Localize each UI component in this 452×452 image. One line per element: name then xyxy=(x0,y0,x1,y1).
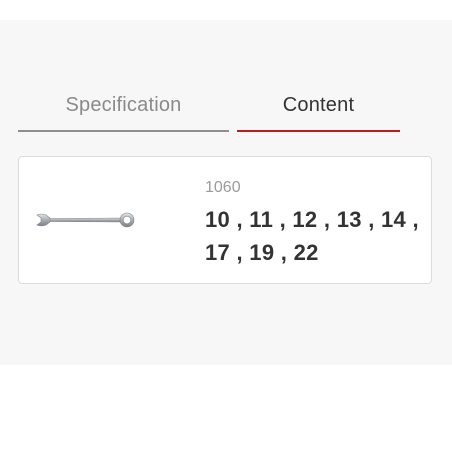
product-detail-panel: Specification Content 1060 10 , 11 , 12 xyxy=(0,20,452,365)
size-list: 10 , 11 , 12 , 13 , 14 , 17 , 19 , 22 xyxy=(205,207,419,265)
tab-bar: Specification Content xyxy=(18,94,401,132)
tab-specification[interactable]: Specification xyxy=(18,94,229,132)
combination-wrench-icon xyxy=(36,212,135,228)
tab-content-label: Content xyxy=(282,94,355,116)
content-item-card: 1060 10 , 11 , 12 , 13 , 14 , 17 , 19 , … xyxy=(18,156,432,284)
tab-specification-label: Specification xyxy=(65,94,182,116)
product-code: 1060 xyxy=(205,179,241,196)
tab-content[interactable]: Content xyxy=(237,94,400,132)
